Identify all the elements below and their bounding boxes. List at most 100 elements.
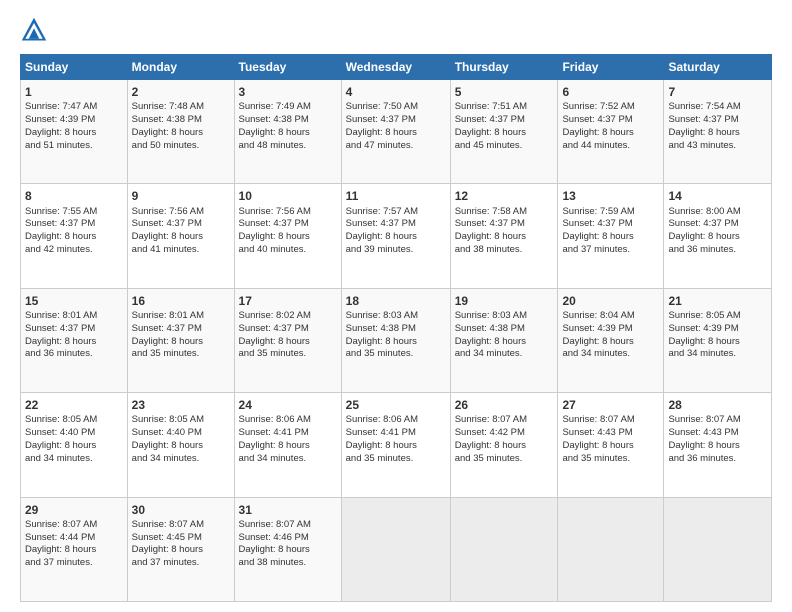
- day-info: and 45 minutes.: [455, 140, 554, 153]
- day-info: and 42 minutes.: [25, 244, 123, 257]
- day-info: and 43 minutes.: [668, 140, 767, 153]
- day-info: Sunrise: 8:05 AM: [25, 414, 123, 427]
- day-info: Sunset: 4:37 PM: [132, 323, 230, 336]
- page: SundayMondayTuesdayWednesdayThursdayFrid…: [0, 0, 792, 612]
- day-info: Sunrise: 7:58 AM: [455, 206, 554, 219]
- calendar-cell: 6Sunrise: 7:52 AMSunset: 4:37 PMDaylight…: [558, 80, 664, 184]
- day-info: Sunset: 4:43 PM: [668, 427, 767, 440]
- day-info: and 34 minutes.: [239, 453, 337, 466]
- day-info: and 35 minutes.: [455, 453, 554, 466]
- calendar-cell: 1Sunrise: 7:47 AMSunset: 4:39 PMDaylight…: [21, 80, 128, 184]
- header-cell-tuesday: Tuesday: [234, 55, 341, 80]
- day-info: Sunrise: 7:54 AM: [668, 101, 767, 114]
- day-info: and 35 minutes.: [346, 453, 446, 466]
- day-number: 10: [239, 188, 337, 204]
- day-info: and 39 minutes.: [346, 244, 446, 257]
- calendar-cell: 29Sunrise: 8:07 AMSunset: 4:44 PMDayligh…: [21, 497, 128, 601]
- calendar-cell: [558, 497, 664, 601]
- day-number: 18: [346, 293, 446, 309]
- day-info: Sunrise: 8:03 AM: [346, 310, 446, 323]
- day-info: Sunset: 4:43 PM: [562, 427, 659, 440]
- day-info: Daylight: 8 hours: [668, 440, 767, 453]
- day-info: and 40 minutes.: [239, 244, 337, 257]
- day-info: Daylight: 8 hours: [455, 336, 554, 349]
- day-info: and 37 minutes.: [562, 244, 659, 257]
- day-info: and 51 minutes.: [25, 140, 123, 153]
- day-info: Sunrise: 8:01 AM: [132, 310, 230, 323]
- day-info: Daylight: 8 hours: [25, 231, 123, 244]
- day-info: Sunrise: 8:07 AM: [25, 519, 123, 532]
- header-cell-saturday: Saturday: [664, 55, 772, 80]
- calendar-cell: 2Sunrise: 7:48 AMSunset: 4:38 PMDaylight…: [127, 80, 234, 184]
- day-info: Sunrise: 7:51 AM: [455, 101, 554, 114]
- day-number: 28: [668, 397, 767, 413]
- day-info: and 34 minutes.: [25, 453, 123, 466]
- day-info: Sunrise: 8:00 AM: [668, 206, 767, 219]
- day-info: Sunrise: 8:05 AM: [668, 310, 767, 323]
- day-info: Sunset: 4:37 PM: [239, 323, 337, 336]
- day-info: and 34 minutes.: [455, 348, 554, 361]
- day-info: Sunrise: 8:07 AM: [455, 414, 554, 427]
- day-number: 31: [239, 502, 337, 518]
- day-info: Sunrise: 8:07 AM: [562, 414, 659, 427]
- day-info: Sunrise: 8:02 AM: [239, 310, 337, 323]
- day-number: 2: [132, 84, 230, 100]
- day-info: Sunset: 4:42 PM: [455, 427, 554, 440]
- day-number: 19: [455, 293, 554, 309]
- day-info: Sunset: 4:37 PM: [562, 114, 659, 127]
- header-cell-sunday: Sunday: [21, 55, 128, 80]
- day-info: Sunset: 4:37 PM: [455, 218, 554, 231]
- day-info: Sunrise: 8:03 AM: [455, 310, 554, 323]
- day-number: 26: [455, 397, 554, 413]
- calendar-cell: 12Sunrise: 7:58 AMSunset: 4:37 PMDayligh…: [450, 184, 558, 288]
- day-info: and 50 minutes.: [132, 140, 230, 153]
- day-info: and 34 minutes.: [562, 348, 659, 361]
- calendar-cell: 25Sunrise: 8:06 AMSunset: 4:41 PMDayligh…: [341, 393, 450, 497]
- day-info: Sunrise: 8:07 AM: [132, 519, 230, 532]
- day-info: Daylight: 8 hours: [25, 440, 123, 453]
- logo-icon: [20, 16, 48, 44]
- day-info: Sunrise: 7:57 AM: [346, 206, 446, 219]
- calendar-cell: 27Sunrise: 8:07 AMSunset: 4:43 PMDayligh…: [558, 393, 664, 497]
- day-info: Sunrise: 7:56 AM: [132, 206, 230, 219]
- day-info: Sunset: 4:37 PM: [346, 114, 446, 127]
- day-number: 25: [346, 397, 446, 413]
- calendar-cell: 24Sunrise: 8:06 AMSunset: 4:41 PMDayligh…: [234, 393, 341, 497]
- day-info: Sunset: 4:45 PM: [132, 532, 230, 545]
- calendar-cell: 14Sunrise: 8:00 AMSunset: 4:37 PMDayligh…: [664, 184, 772, 288]
- calendar-cell: 21Sunrise: 8:05 AMSunset: 4:39 PMDayligh…: [664, 288, 772, 392]
- day-info: Sunset: 4:37 PM: [346, 218, 446, 231]
- day-info: Sunset: 4:38 PM: [346, 323, 446, 336]
- day-info: Daylight: 8 hours: [668, 231, 767, 244]
- day-number: 30: [132, 502, 230, 518]
- calendar-cell: 20Sunrise: 8:04 AMSunset: 4:39 PMDayligh…: [558, 288, 664, 392]
- day-number: 17: [239, 293, 337, 309]
- day-info: Daylight: 8 hours: [132, 231, 230, 244]
- day-info: Sunrise: 7:56 AM: [239, 206, 337, 219]
- day-info: and 38 minutes.: [455, 244, 554, 257]
- day-info: Sunset: 4:37 PM: [25, 323, 123, 336]
- day-info: Daylight: 8 hours: [239, 127, 337, 140]
- day-info: Daylight: 8 hours: [239, 231, 337, 244]
- day-info: Sunrise: 8:01 AM: [25, 310, 123, 323]
- day-info: and 37 minutes.: [132, 557, 230, 570]
- day-info: Daylight: 8 hours: [562, 127, 659, 140]
- day-info: Daylight: 8 hours: [25, 544, 123, 557]
- calendar-cell: 28Sunrise: 8:07 AMSunset: 4:43 PMDayligh…: [664, 393, 772, 497]
- calendar-week-3: 22Sunrise: 8:05 AMSunset: 4:40 PMDayligh…: [21, 393, 772, 497]
- day-info: Daylight: 8 hours: [562, 231, 659, 244]
- day-info: Sunset: 4:37 PM: [25, 218, 123, 231]
- calendar-week-2: 15Sunrise: 8:01 AMSunset: 4:37 PMDayligh…: [21, 288, 772, 392]
- day-info: and 36 minutes.: [668, 244, 767, 257]
- day-info: Sunset: 4:38 PM: [239, 114, 337, 127]
- day-info: Daylight: 8 hours: [132, 544, 230, 557]
- calendar-cell: 19Sunrise: 8:03 AMSunset: 4:38 PMDayligh…: [450, 288, 558, 392]
- day-number: 14: [668, 188, 767, 204]
- day-number: 9: [132, 188, 230, 204]
- day-info: Daylight: 8 hours: [346, 231, 446, 244]
- day-number: 13: [562, 188, 659, 204]
- day-number: 1: [25, 84, 123, 100]
- day-number: 4: [346, 84, 446, 100]
- day-info: Daylight: 8 hours: [239, 440, 337, 453]
- day-info: Sunrise: 8:04 AM: [562, 310, 659, 323]
